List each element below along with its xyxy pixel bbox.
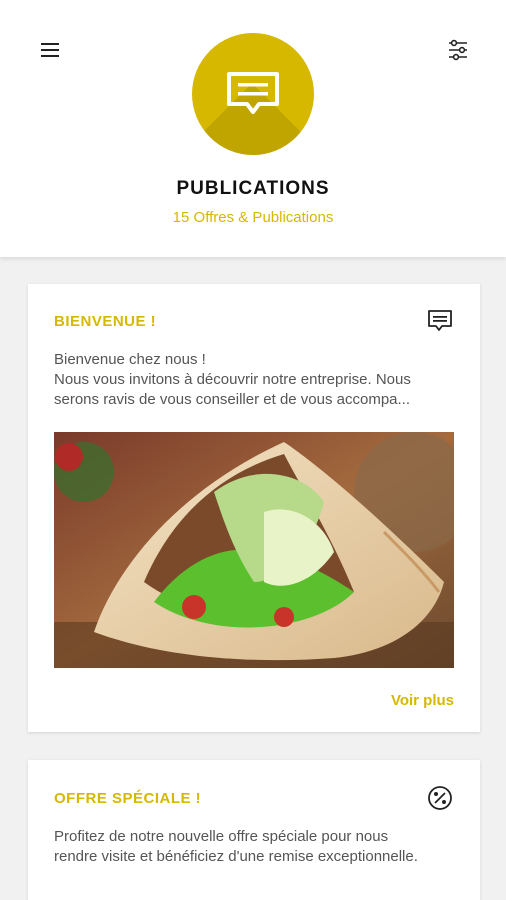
- publication-title: OFFRE SPÉCIALE !: [54, 790, 202, 807]
- hamburger-menu-icon[interactable]: [36, 36, 64, 64]
- publications-hero-badge: [192, 33, 314, 155]
- page-subtitle: 15 Offres & Publications: [172, 209, 334, 226]
- publication-title: BIENVENUE !: [54, 313, 157, 330]
- voir-plus-link[interactable]: Voir plus: [391, 692, 454, 709]
- kebab-sandwich-photo: [54, 432, 454, 668]
- publication-text: Bienvenue chez nous ! Nous vous invitons…: [54, 351, 411, 408]
- publication-card[interactable]: BIENVENUE ! Bienvenue chez nous ! Nous v…: [28, 284, 480, 732]
- page-header: PUBLICATIONS 15 Offres & Publications: [0, 0, 506, 257]
- message-icon: [227, 72, 279, 114]
- publication-text: Profitez de notre nouvelle offre spécial…: [54, 828, 418, 865]
- message-icon: [425, 306, 455, 336]
- percent-badge-icon: [425, 783, 455, 813]
- page-title: PUBLICATIONS: [176, 178, 330, 199]
- publication-card[interactable]: OFFRE SPÉCIALE ! Profitez de notre nouve…: [28, 760, 480, 900]
- filter-sliders-icon[interactable]: [442, 34, 474, 66]
